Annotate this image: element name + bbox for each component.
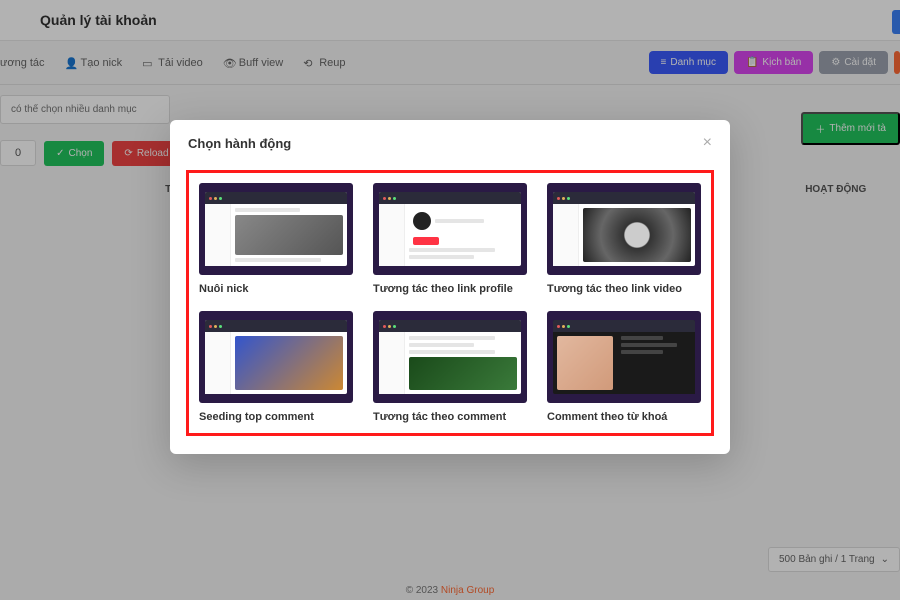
card-label: Tương tác theo link profile xyxy=(373,283,527,295)
close-icon: × xyxy=(703,134,712,151)
card-grid-highlight: Nuôi nick Tương tác theo link profile Tư… xyxy=(186,170,714,436)
card-label: Comment theo từ khoá xyxy=(547,411,701,423)
modal-body: Nuôi nick Tương tác theo link profile Tư… xyxy=(170,162,730,454)
card-thumb xyxy=(199,183,353,275)
card-thumb xyxy=(547,311,701,403)
close-button[interactable]: × xyxy=(703,134,712,152)
card-link-profile[interactable]: Tương tác theo link profile xyxy=(373,183,527,295)
card-thumb xyxy=(373,311,527,403)
modal-header: Chọn hành động × xyxy=(170,120,730,162)
modal-overlay[interactable]: Chọn hành động × Nuôi nick xyxy=(0,0,900,600)
card-link-video[interactable]: Tương tác theo link video xyxy=(547,183,701,295)
card-label: Seeding top comment xyxy=(199,411,353,423)
card-nuoi-nick[interactable]: Nuôi nick xyxy=(199,183,353,295)
card-label: Tương tác theo comment xyxy=(373,411,527,423)
card-thumb xyxy=(547,183,701,275)
card-grid: Nuôi nick Tương tác theo link profile Tư… xyxy=(199,183,701,423)
card-label: Tương tác theo link video xyxy=(547,283,701,295)
card-thumb xyxy=(199,311,353,403)
card-thumb xyxy=(373,183,527,275)
modal-title: Chọn hành động xyxy=(188,136,291,151)
action-modal: Chọn hành động × Nuôi nick xyxy=(170,120,730,454)
card-tu-khoa[interactable]: Comment theo từ khoá xyxy=(547,311,701,423)
card-seeding-comment[interactable]: Seeding top comment xyxy=(199,311,353,423)
card-theo-comment[interactable]: Tương tác theo comment xyxy=(373,311,527,423)
card-label: Nuôi nick xyxy=(199,283,353,295)
